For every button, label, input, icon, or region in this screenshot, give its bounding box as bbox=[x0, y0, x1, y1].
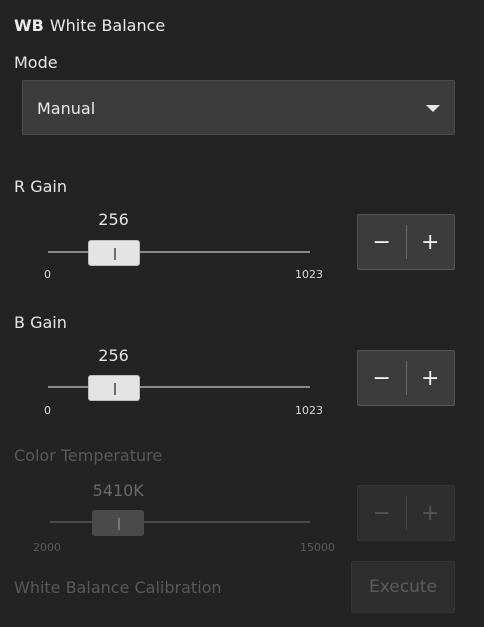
b-gain-decrement-button[interactable]: − bbox=[358, 351, 406, 405]
r-gain-decrement-button[interactable]: − bbox=[358, 215, 406, 269]
color-temperature-min-label: 2000 bbox=[33, 541, 61, 554]
r-gain-max-label: 1023 bbox=[295, 268, 323, 281]
r-gain-min-label: 0 bbox=[44, 268, 51, 281]
color-temperature-value: 5410K bbox=[92, 481, 144, 500]
b-gain-label: B Gain bbox=[14, 313, 67, 332]
color-temperature-increment-button[interactable]: + bbox=[407, 486, 455, 540]
color-temperature-decrement-button[interactable]: − bbox=[358, 486, 406, 540]
r-gain-slider-thumb[interactable] bbox=[87, 240, 140, 266]
b-gain-value: 256 bbox=[98, 346, 129, 365]
slider-grip-icon bbox=[113, 248, 116, 260]
r-gain-stepper: − + bbox=[357, 214, 455, 270]
color-temperature-slider-track[interactable] bbox=[50, 521, 310, 523]
panel-title-text: White Balance bbox=[49, 16, 166, 35]
r-gain-increment-button[interactable]: + bbox=[407, 215, 455, 269]
b-gain-min-label: 0 bbox=[44, 404, 51, 417]
slider-grip-icon bbox=[113, 383, 116, 395]
color-temperature-slider-thumb[interactable] bbox=[92, 510, 145, 536]
r-gain-label: R Gain bbox=[14, 177, 67, 196]
white-balance-calibration-label: White Balance Calibration bbox=[14, 578, 222, 597]
slider-grip-icon bbox=[118, 518, 121, 530]
b-gain-stepper: − + bbox=[357, 350, 455, 406]
r-gain-value: 256 bbox=[98, 210, 129, 229]
mode-select[interactable]: Manual bbox=[22, 80, 455, 135]
b-gain-slider-thumb[interactable] bbox=[87, 375, 140, 401]
caret-down-icon bbox=[426, 105, 440, 112]
b-gain-max-label: 1023 bbox=[295, 404, 323, 417]
mode-label: Mode bbox=[14, 53, 58, 72]
execute-button[interactable]: Execute bbox=[351, 561, 455, 613]
panel-title-short: WB bbox=[14, 16, 44, 35]
white-balance-panel: WB White Balance Mode Manual R Gain 256 0… bbox=[0, 0, 484, 627]
color-temperature-stepper: − + bbox=[357, 485, 455, 541]
panel-title: WB White Balance bbox=[14, 16, 165, 35]
color-temperature-label: Color Temperature bbox=[14, 446, 163, 465]
color-temperature-max-label: 15000 bbox=[300, 541, 335, 554]
b-gain-increment-button[interactable]: + bbox=[407, 351, 455, 405]
mode-selected-value: Manual bbox=[37, 99, 96, 118]
